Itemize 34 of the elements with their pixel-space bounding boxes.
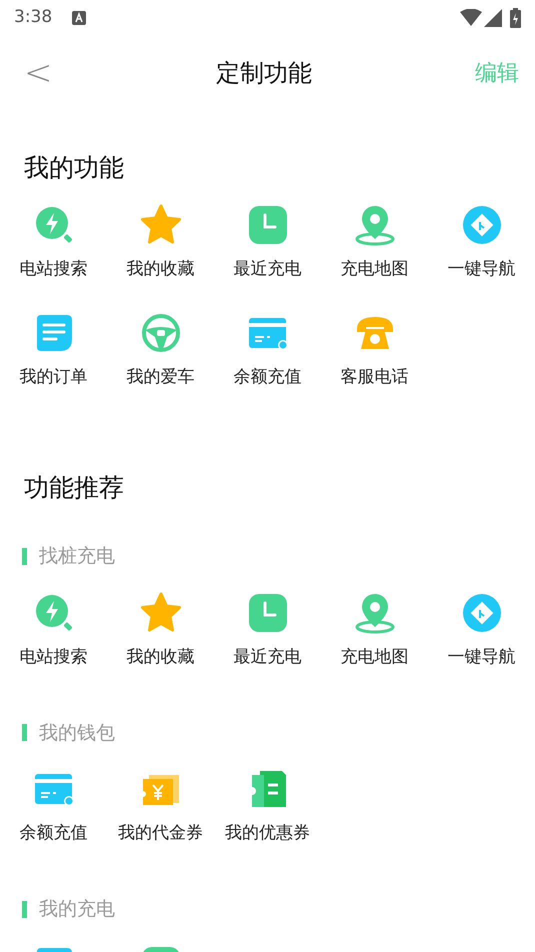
function-button[interactable]: 我的订单 [20,310,88,418]
function-button[interactable]: 最近充电 [234,202,302,310]
function-button[interactable]: 充电地图 [340,202,408,310]
function-button[interactable]: 电站搜索 [20,590,88,698]
group-title: 找桩充电 [39,544,115,569]
function-button[interactable]: 一键导航 [448,590,516,698]
status-time: 3:38 [14,6,52,29]
function-button[interactable]: 电站搜索 [20,202,88,310]
function-button[interactable]: 客服电话 [340,310,408,418]
accent-bar [22,900,27,918]
function-button[interactable]: 余额充值 [234,310,302,418]
function-button[interactable]: 一键导航 [448,202,516,310]
star-icon [138,590,182,634]
signal-icon [484,8,502,26]
function-button[interactable]: 我的优惠券 [225,767,310,875]
section-title: 我的功能 [24,152,125,184]
function-button[interactable]: 我的爱车 [126,310,194,418]
group-title: 我的钱包 [39,720,115,746]
function-button[interactable]: 我的收藏 [126,202,194,310]
function-button[interactable]: 我的代金券 [118,767,203,875]
accent-bar [22,724,27,742]
back-button[interactable]: < [24,56,52,90]
function-button[interactable]: 余额充值 [20,767,88,875]
star-icon [138,202,182,246]
page-title: 定制功能 [216,58,312,89]
group-title: 我的充电 [39,897,115,922]
battery-icon [510,8,521,28]
function-button[interactable]: 我的收藏 [126,590,194,698]
section-title: 功能推荐 [24,472,125,504]
function-button[interactable]: 最近充电 [234,590,302,698]
function-button[interactable]: 充电地图 [340,590,408,698]
accent-bar [22,548,27,565]
wifi-icon [460,9,482,26]
notification-icon [72,10,86,24]
